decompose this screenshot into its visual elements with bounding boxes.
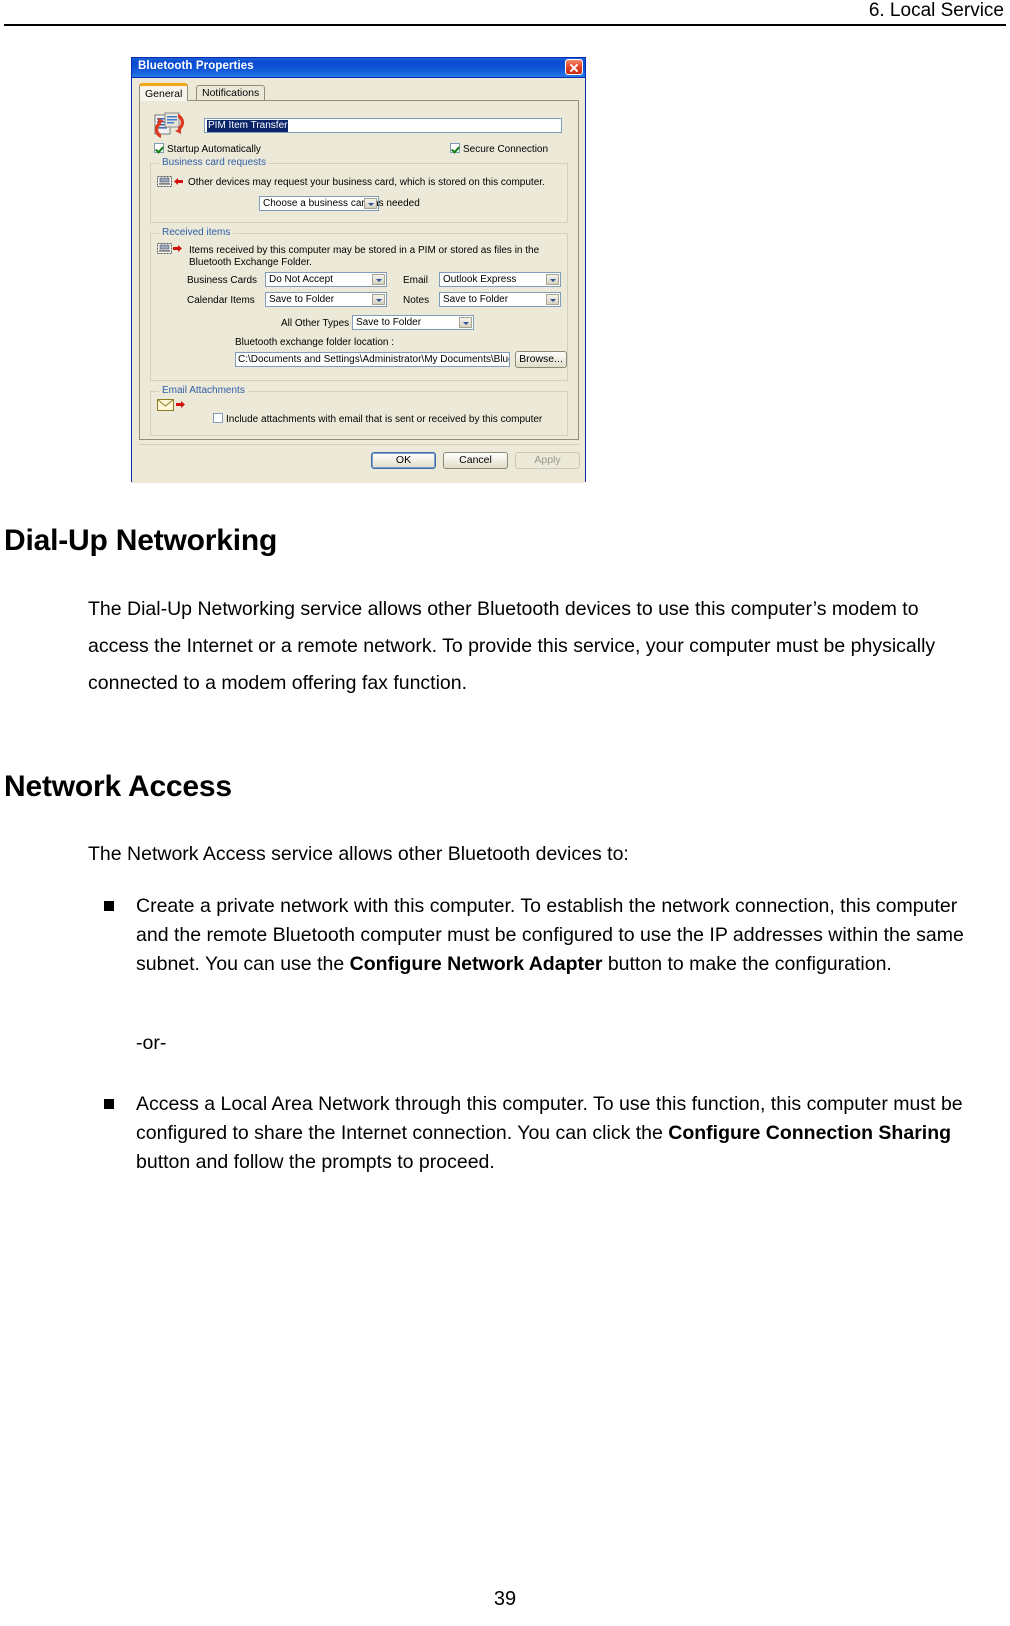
tab-notifications[interactable]: Notifications [196, 85, 266, 101]
header-title: 6. Local Service [868, 0, 1004, 21]
folder-location-label: Bluetooth exchange folder location : [235, 337, 394, 348]
all-other-types-combo-value: Save to Folder [356, 317, 422, 328]
dialog-separator [139, 444, 579, 446]
secure-connection-checkbox[interactable]: Secure Connection [450, 143, 548, 155]
email-attachments-group: Email Attachments Include attachments wi… [150, 385, 568, 436]
list-item: Access a Local Area Network through this… [104, 1090, 980, 1177]
include-attachments-label: Include attachments with email that is s… [226, 414, 543, 425]
service-name-input[interactable]: PIM Item Transfer [204, 118, 562, 133]
business-cards-label: Business Cards [187, 275, 258, 286]
list-item-text: Access a Local Area Network through this… [136, 1090, 980, 1177]
browse-button[interactable]: Browse... [515, 351, 567, 368]
email-label: Email [403, 275, 429, 286]
list-item-emphasis: Configure Connection Sharing [668, 1122, 952, 1144]
folder-path-input[interactable]: C:\Documents and Settings\Administrator\… [235, 352, 510, 367]
email-attachments-title: Email Attachments [159, 385, 248, 396]
email-combo[interactable]: Outlook Express [439, 272, 561, 287]
business-card-requests-title: Business card requests [159, 157, 269, 168]
page-number: 39 [493, 1588, 517, 1610]
email-combo-value: Outlook Express [443, 274, 517, 285]
secure-connection-label: Secure Connection [463, 144, 549, 155]
startup-automatically-label: Startup Automatically [167, 144, 261, 155]
apply-button: Apply [515, 452, 580, 469]
arrow-right-icon [176, 400, 185, 409]
received-items-description-line1: Items received by this computer may be s… [189, 245, 540, 256]
business-card-requests-group: Business card requests Other devices may… [150, 157, 568, 223]
envelope-icon [157, 399, 174, 411]
bullet-square-icon [104, 901, 114, 911]
arrow-right-icon [173, 244, 182, 253]
business-card-combo-value: Choose a business card as needed [263, 198, 420, 209]
pim-item-transfer-icon [154, 112, 185, 140]
page-title-dial-up-networking: Dial-Up Networking [4, 524, 278, 557]
business-cards-combo-value: Do Not Accept [269, 274, 333, 285]
calendar-items-combo-value: Save to Folder [269, 294, 335, 305]
tab-general[interactable]: General [139, 83, 189, 101]
received-items-description-line2: Bluetooth Exchange Folder. [189, 257, 312, 268]
all-other-types-label: All Other Types [281, 318, 350, 329]
bullet-square-icon [104, 1099, 114, 1109]
arrow-left-icon [174, 177, 183, 186]
close-icon[interactable] [565, 59, 583, 75]
business-card-description: Other devices may request your business … [188, 177, 545, 188]
tab-strip: General Notifications [139, 83, 579, 101]
page-running-header: 6. Local Service [0, 0, 1010, 26]
bluetooth-properties-dialog: Bluetooth Properties General Notificatio… [131, 57, 586, 483]
chevron-down-icon[interactable] [546, 294, 559, 305]
service-name-value: PIM Item Transfer [207, 120, 289, 132]
dialog-titlebar[interactable]: Bluetooth Properties [132, 58, 585, 78]
cancel-button[interactable]: Cancel [443, 452, 508, 469]
chevron-down-icon[interactable] [364, 198, 377, 209]
paragraph-dial-up-networking: The Dial-Up Networking service allows ot… [88, 598, 936, 694]
dialog-body: General Notifications PIM Item Transfer … [132, 78, 585, 483]
chevron-down-icon[interactable] [372, 294, 385, 305]
or-separator-text: -or- [136, 1032, 167, 1054]
list-item-text-post: button to make the configuration. [602, 953, 892, 975]
checkbox-box [154, 143, 164, 153]
chevron-down-icon[interactable] [459, 317, 472, 328]
chevron-down-icon[interactable] [546, 274, 559, 285]
checkbox-box [213, 413, 223, 423]
header-rule [4, 24, 1006, 26]
business-card-combo[interactable]: Choose a business card as needed [259, 196, 420, 211]
tab-page-general: PIM Item Transfer Startup Automatically … [139, 100, 579, 440]
notes-label: Notes [403, 295, 430, 306]
startup-automatically-checkbox[interactable]: Startup Automatically [154, 143, 261, 155]
received-items-title: Received items [159, 227, 234, 238]
chevron-down-icon[interactable] [372, 274, 385, 285]
all-other-types-combo[interactable]: Save to Folder [352, 315, 474, 330]
list-item: Create a private network with this compu… [104, 892, 980, 979]
folder-path-value: C:\Documents and Settings\Administrator\… [238, 354, 510, 365]
calendar-items-combo[interactable]: Save to Folder [265, 292, 387, 307]
device-outgoing-icon [157, 243, 172, 254]
ok-button[interactable]: OK [371, 452, 436, 469]
device-incoming-icon [157, 176, 172, 187]
received-items-group: Received items Items received by this co… [150, 227, 568, 381]
business-cards-combo[interactable]: Do Not Accept [265, 272, 387, 287]
list-item-emphasis: Configure Network Adapter [349, 953, 603, 975]
checkbox-box [450, 143, 460, 153]
list-item-text: Create a private network with this compu… [136, 892, 980, 979]
include-attachments-checkbox[interactable]: Include attachments with email that is s… [213, 413, 542, 425]
page-title-network-access: Network Access [4, 770, 232, 803]
list-item-text-post: button and follow the prompts to proceed… [136, 1151, 495, 1173]
dialog-title: Bluetooth Properties [138, 60, 254, 72]
notes-combo[interactable]: Save to Folder [439, 292, 561, 307]
notes-combo-value: Save to Folder [443, 294, 509, 305]
calendar-items-label: Calendar Items [187, 295, 255, 306]
paragraph-network-access: The Network Access service allows other … [88, 843, 629, 865]
